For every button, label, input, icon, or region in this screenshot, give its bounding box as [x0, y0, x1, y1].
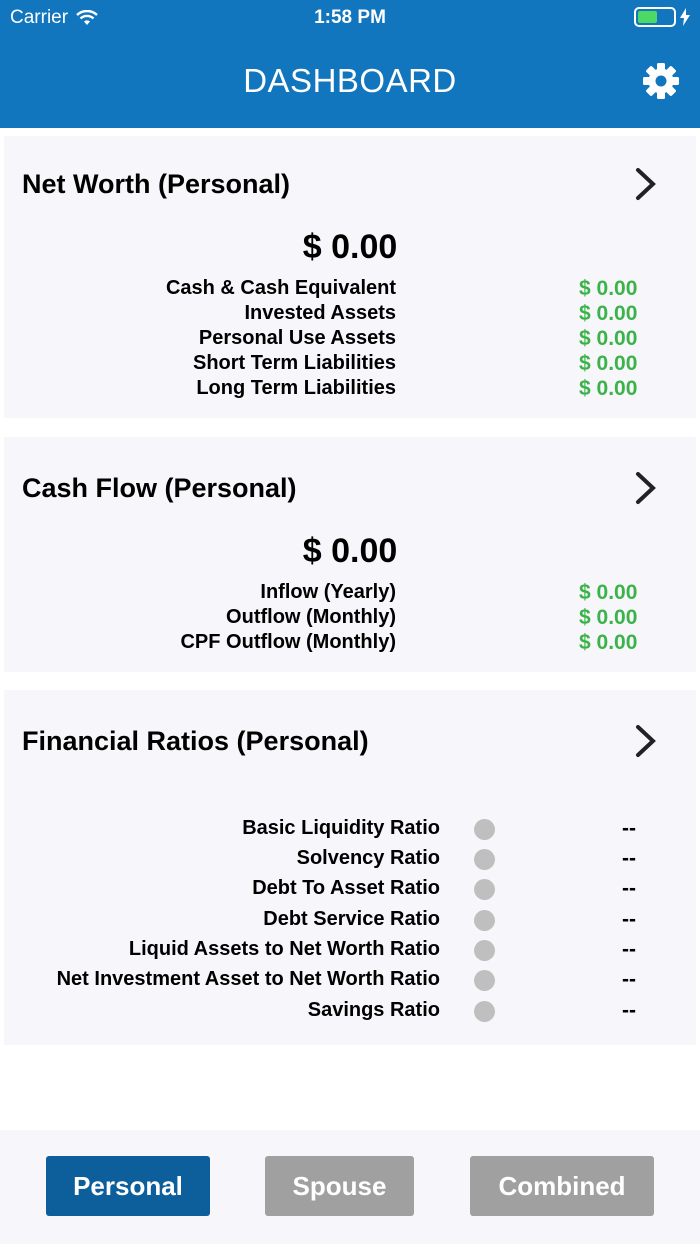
status-bar: Carrier 1:58 PM	[0, 0, 700, 36]
spouse-tab-button[interactable]: Spouse	[265, 1156, 414, 1216]
cash-flow-row-label: Inflow (Yearly)	[260, 581, 396, 603]
profile-tab-bar: Personal Spouse Combined	[0, 1130, 700, 1244]
ratio-value: --	[622, 877, 636, 900]
chevron-right-icon[interactable]	[634, 166, 658, 202]
ratio-status-dot	[474, 970, 495, 991]
net-worth-row-label: Personal Use Assets	[198, 327, 396, 349]
cash-flow-row-value: $ 0.00	[579, 631, 638, 654]
net-worth-title: Net Worth (Personal)	[22, 169, 291, 199]
status-time: 1:58 PM	[314, 7, 386, 28]
net-worth-total: $ 0.00	[302, 228, 398, 266]
ratio-value: --	[622, 817, 636, 840]
net-worth-row-value: $ 0.00	[579, 327, 638, 350]
net-worth-row-value: $ 0.00	[579, 352, 638, 375]
cash-flow-title: Cash Flow (Personal)	[22, 473, 297, 503]
cash-flow-row-label: Outflow (Monthly)	[226, 606, 396, 628]
chevron-right-icon[interactable]	[634, 723, 658, 759]
net-worth-row-value: $ 0.00	[579, 277, 638, 300]
chevron-right-icon[interactable]	[634, 470, 658, 506]
ratio-value: --	[622, 908, 636, 931]
ratio-status-dot	[474, 1001, 495, 1022]
cash-flow-row-value: $ 0.00	[579, 606, 638, 629]
financial-ratios-title: Financial Ratios (Personal)	[22, 726, 369, 756]
personal-tab-button[interactable]: Personal	[46, 1156, 210, 1216]
charging-bolt-icon	[680, 8, 690, 26]
cash-flow-row-label: CPF Outflow (Monthly)	[180, 631, 396, 653]
ratio-label: Solvency Ratio	[296, 847, 440, 869]
battery-icon	[634, 7, 690, 27]
net-worth-row-label: Long Term Liabilities	[196, 377, 396, 399]
net-worth-row-value: $ 0.00	[579, 377, 638, 400]
ratio-status-dot	[474, 849, 495, 870]
ratio-label: Debt To Asset Ratio	[252, 877, 440, 899]
net-worth-row-value: $ 0.00	[579, 302, 638, 325]
ratio-label: Basic Liquidity Ratio	[242, 817, 440, 839]
nav-header: Carrier 1:58 PM DASHBOARD	[0, 0, 700, 128]
ratio-value: --	[622, 938, 636, 961]
cash-flow-row-value: $ 0.00	[579, 581, 638, 604]
ratio-label: Savings Ratio	[307, 999, 440, 1021]
ratio-status-dot	[474, 879, 495, 900]
ratio-label: Net Investment Asset to Net Worth Ratio	[56, 968, 440, 990]
net-worth-row-label: Cash & Cash Equivalent	[165, 277, 396, 299]
gear-icon[interactable]	[642, 62, 680, 100]
net-worth-card[interactable]: Net Worth (Personal) $ 0.00 Cash & Cash …	[4, 136, 696, 418]
financial-ratios-card[interactable]: Financial Ratios (Personal) Basic Liquid…	[4, 690, 696, 1045]
net-worth-row-label: Short Term Liabilities	[193, 352, 396, 374]
ratio-status-dot	[474, 910, 495, 931]
ratio-status-dot	[474, 819, 495, 840]
ratio-value: --	[622, 847, 636, 870]
ratio-label: Debt Service Ratio	[263, 908, 440, 930]
combined-tab-button[interactable]: Combined	[470, 1156, 654, 1216]
ratio-status-dot	[474, 940, 495, 961]
cash-flow-card[interactable]: Cash Flow (Personal) $ 0.00 Inflow (Year…	[4, 437, 696, 672]
cash-flow-total: $ 0.00	[302, 532, 398, 570]
ratio-value: --	[622, 968, 636, 991]
ratio-value: --	[622, 999, 636, 1022]
net-worth-row-label: Invested Assets	[244, 302, 396, 324]
page-title: DASHBOARD	[243, 62, 457, 99]
ratio-label: Liquid Assets to Net Worth Ratio	[128, 938, 440, 960]
